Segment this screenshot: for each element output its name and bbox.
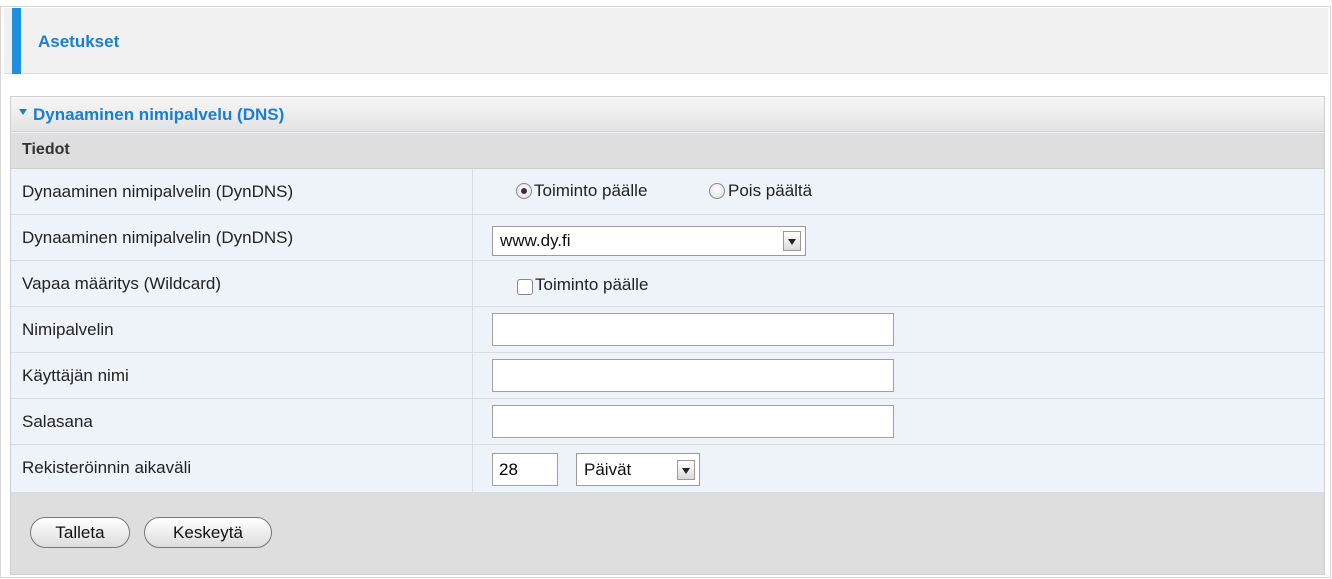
row-wildcard: Vapaa määritys (Wildcard) Toiminto pääll… (11, 261, 1324, 307)
wildcard-checkbox[interactable] (517, 279, 533, 295)
collapse-triangle-icon[interactable] (19, 109, 27, 115)
header-accent-bar (12, 8, 21, 74)
interval-label: Rekisteröinnin aikaväli (11, 445, 473, 492)
interval-field-box (492, 453, 558, 486)
username-field-box (492, 359, 894, 392)
form-footer: Talleta Keskeytä (11, 493, 1324, 574)
row-password: Salasana (11, 399, 1324, 445)
radio-enable-off-label[interactable]: Pois päältä (728, 181, 812, 201)
row-hostname: Nimipalvelin (11, 307, 1324, 353)
radio-selected-dot (521, 188, 527, 194)
section-header: Tiedot (11, 133, 1324, 169)
page-title: Asetukset (38, 32, 120, 51)
dyndns-enable-value: Toiminto päälle Pois päältä (474, 169, 1324, 214)
panel-title: Dynaaminen nimipalvelu (DNS) (33, 105, 285, 124)
password-value (474, 399, 1324, 444)
interval-unit-select[interactable]: Päivät (576, 453, 700, 486)
row-dyndns-provider: Dynaaminen nimipalvelin (DynDNS) www.dy.… (11, 215, 1324, 261)
wildcard-value: Toiminto päälle (474, 261, 1324, 306)
interval-value: Päivät (474, 445, 1324, 492)
password-label: Salasana (11, 399, 473, 444)
radio-enable-on-label[interactable]: Toiminto päälle (534, 181, 647, 201)
dyndns-provider-selected: www.dy.fi (500, 231, 571, 250)
password-field-box (492, 405, 894, 438)
wildcard-label: Vapaa määritys (Wildcard) (11, 261, 473, 306)
dyndns-provider-label: Dynaaminen nimipalvelin (DynDNS) (11, 215, 473, 260)
username-value (474, 353, 1324, 398)
username-label: Käyttäjän nimi (11, 353, 473, 398)
dyndns-provider-value: www.dy.fi (474, 215, 1324, 260)
dyndns-provider-select[interactable]: www.dy.fi (492, 226, 806, 256)
password-input[interactable] (493, 406, 893, 437)
dyndns-enable-label: Dynaaminen nimipalvelin (DynDNS) (11, 169, 473, 214)
hostname-input[interactable] (493, 314, 893, 345)
hostname-label: Nimipalvelin (11, 307, 473, 352)
cancel-button[interactable]: Keskeytä (144, 517, 272, 548)
dns-settings-panel: Dynaaminen nimipalvelu (DNS) Tiedot Dyna… (10, 96, 1325, 575)
interval-input[interactable] (493, 454, 557, 485)
section-title: Tiedot (22, 141, 70, 158)
hostname-value (474, 307, 1324, 352)
chevron-down-icon[interactable] (783, 231, 801, 251)
radio-enable-on[interactable] (516, 183, 532, 199)
interval-unit-selected: Päivät (584, 460, 632, 479)
radio-enable-off[interactable] (709, 183, 725, 199)
hostname-field-box (492, 313, 894, 346)
row-dyndns-enable: Dynaaminen nimipalvelin (DynDNS) Toimint… (11, 169, 1324, 215)
panel-header[interactable]: Dynaaminen nimipalvelu (DNS) (11, 97, 1324, 132)
row-interval: Rekisteröinnin aikaväli Päivät (11, 445, 1324, 493)
username-input[interactable] (493, 360, 893, 391)
save-button[interactable]: Talleta (30, 517, 130, 548)
chevron-down-icon[interactable] (677, 460, 695, 480)
page-header: Asetukset (4, 8, 1328, 74)
row-username: Käyttäjän nimi (11, 353, 1324, 399)
wildcard-checkbox-label[interactable]: Toiminto päälle (535, 275, 648, 295)
